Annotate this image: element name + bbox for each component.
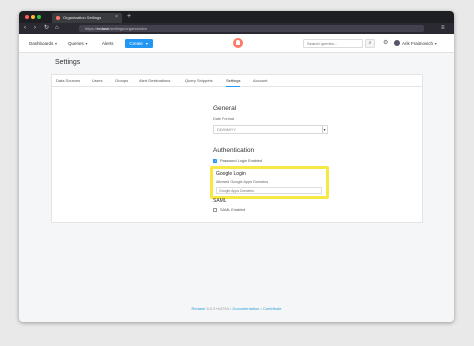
redash-logo[interactable] [233,38,243,48]
browser-menu-icon[interactable]: ≡ [441,24,445,33]
user-menu[interactable]: Arik Fraimovich▼ [402,41,437,46]
nav-alerts[interactable]: Alerts [102,41,114,46]
footer: Redash 5.0.2+b4754 • Documentation • Con… [19,306,454,311]
nav-dashboards[interactable]: Dashboards▼ [29,41,58,46]
back-icon[interactable]: ‹ [24,24,26,33]
home-icon[interactable]: ⌂ [55,24,59,33]
saml-checkbox[interactable] [213,208,217,212]
date-format-value: DD/MM/YY [217,128,236,132]
tab-data-sources[interactable]: Data Sources [56,78,80,87]
footer-version: 5.0.2+b4754 [206,306,229,311]
new-tab-icon[interactable]: + [127,12,131,22]
page-title: Settings [55,59,81,66]
url-text: https://redash/settings/organization [85,26,148,31]
chevron-down-icon: ▼ [54,42,58,46]
forward-icon[interactable]: › [34,24,36,33]
saml-heading: SAML [213,198,227,204]
app-header: Dashboards▼ Queries▼ Alerts Create ▼ ⌕ ⚙… [19,34,454,53]
tab-title: Organization Settings [63,15,102,20]
redash-favicon-icon [56,16,60,20]
tab-query-snippets[interactable]: Query Snippets [185,78,213,87]
nav-queries[interactable]: Queries▼ [68,41,88,46]
tab-groups[interactable]: Groups [115,78,128,87]
authentication-heading: Authentication [213,147,255,154]
footer-redash-link[interactable]: Redash [192,306,206,311]
date-format-select[interactable]: DD/MM/YY ▾ [213,125,328,134]
search-input[interactable] [303,39,363,48]
maximize-window-icon[interactable] [37,15,41,19]
minimize-window-icon[interactable] [31,15,35,19]
general-heading: General [213,105,237,112]
chevron-down-icon: ▼ [434,42,438,46]
search-button[interactable]: ⌕ [365,39,375,48]
browser-window: Organization Settings × + ‹ › ↻ ⌂ https:… [19,11,454,322]
address-bar[interactable]: https://redash/settings/organization [79,25,424,32]
google-login-highlight: Google Login Allowed Google Apps Domains [210,166,329,199]
tab-account[interactable]: Account [253,78,267,87]
chevron-down-icon: ▼ [84,42,89,46]
browser-tab[interactable]: Organization Settings × [52,13,122,23]
footer-contribute-link[interactable]: Contribute [263,306,281,311]
settings-tabs: Data Sources Users Groups Alert Destinat… [52,75,422,87]
settings-panel: Data Sources Users Groups Alert Destinat… [51,74,423,223]
tab-alert-destinations[interactable]: Alert Destinations [139,78,170,87]
chevron-down-icon: ▾ [322,126,326,133]
footer-separator: • [260,306,262,311]
google-login-heading: Google Login [216,171,246,177]
reload-icon[interactable]: ↻ [44,24,49,33]
checkmark-icon: ✓ [214,158,218,163]
password-login-label: Password Login Enabled [220,159,263,163]
search-icon: ⌕ [368,40,372,46]
avatar[interactable] [394,40,400,46]
footer-documentation-link[interactable]: Documentation [232,306,259,311]
date-format-label: Date Format [213,117,235,121]
close-window-icon[interactable] [25,15,29,19]
settings-gear-icon[interactable]: ⚙ [383,39,388,48]
google-domains-input[interactable] [216,187,322,194]
saml-label: SAML Enabled [220,208,246,212]
create-button[interactable]: Create ▼ [125,39,153,48]
tab-close-icon[interactable]: × [115,14,118,20]
tab-users[interactable]: Users [92,78,102,87]
chevron-down-icon: ▼ [145,42,149,46]
google-domains-label: Allowed Google Apps Domains [216,180,269,184]
tab-settings[interactable]: Settings [226,78,241,87]
browser-toolbar: ‹ › ↻ ⌂ https://redash/settings/organiza… [19,23,454,34]
password-login-checkbox[interactable]: ✓ [213,158,218,163]
browser-tab-bar: Organization Settings × + [19,11,454,23]
